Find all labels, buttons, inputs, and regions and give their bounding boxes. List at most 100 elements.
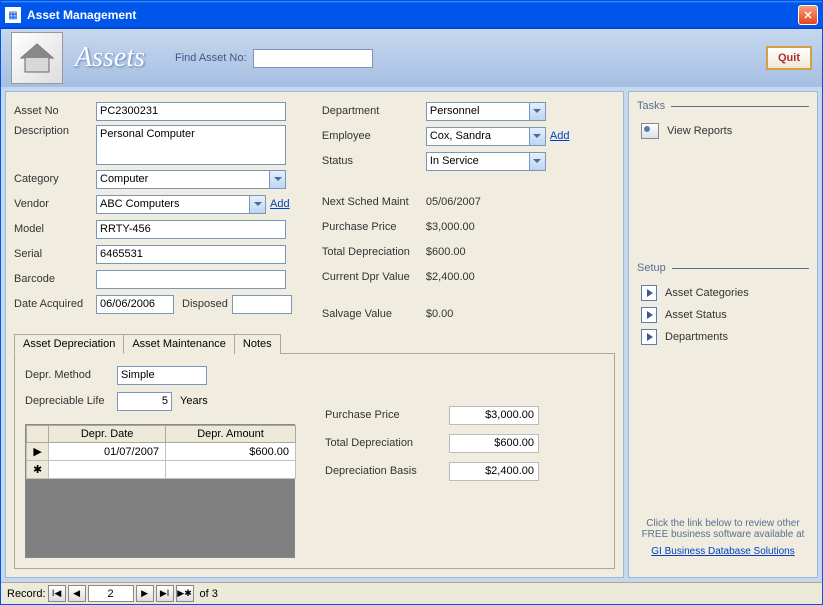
asset-no-input[interactable]: [96, 102, 286, 121]
sidebar-item-asset-categories[interactable]: Asset Categories: [637, 282, 809, 304]
col-depr-amount[interactable]: Depr. Amount: [166, 426, 296, 443]
chevron-down-icon[interactable]: [249, 196, 265, 213]
table-row-new[interactable]: ✱: [27, 461, 296, 479]
footer-text: Click the link below to review other FRE…: [642, 518, 805, 540]
chevron-down-icon[interactable]: [529, 153, 545, 170]
nav-prev-button[interactable]: ◀: [68, 585, 86, 602]
total-depr-label: Total Depreciation: [322, 246, 422, 258]
form-grid: Asset No Description Category Vendor: [14, 100, 615, 325]
tab-maintenance[interactable]: Asset Maintenance: [123, 334, 235, 354]
next-maint-value: 05/06/2007: [426, 196, 526, 208]
curr-dpr-label: Current Dpr Value: [322, 271, 422, 283]
find-asset-label: Find Asset No:: [175, 52, 247, 64]
chevron-down-icon[interactable]: [529, 128, 545, 145]
department-label: Department: [322, 105, 422, 117]
sidebar-footer: Click the link below to review other FRE…: [637, 514, 809, 569]
play-icon: [641, 307, 657, 323]
sidebar-item-label: Asset Categories: [665, 287, 749, 299]
cell-depr-date[interactable]: 01/07/2007: [49, 443, 166, 461]
disposed-input[interactable]: [232, 295, 292, 314]
barcode-input[interactable]: [96, 270, 286, 289]
td-value: $600.00: [449, 434, 539, 453]
tasks-title: Tasks: [637, 100, 809, 112]
serial-label: Serial: [14, 248, 92, 260]
model-input[interactable]: [96, 220, 286, 239]
next-maint-label: Next Sched Maint: [322, 196, 422, 208]
close-button[interactable]: ✕: [798, 5, 818, 25]
sidebar: Tasks View Reports Setup Asset Categorie…: [628, 91, 818, 578]
play-icon: [641, 329, 657, 345]
purchase-price-label: Purchase Price: [322, 221, 422, 233]
nav-first-button[interactable]: I◀: [48, 585, 66, 602]
category-label: Category: [14, 173, 92, 185]
depr-life-input[interactable]: [117, 392, 172, 411]
app-icon: ▦: [5, 7, 21, 23]
salvage-label: Salvage Value: [322, 308, 422, 320]
record-number[interactable]: 2: [88, 585, 134, 602]
sidebar-item-departments[interactable]: Departments: [637, 326, 809, 348]
table-row[interactable]: ▶ 01/07/2007 $600.00: [27, 443, 296, 461]
depr-left: Depr. Method Depreciable Life Years Depr…: [25, 364, 295, 558]
record-label: Record:: [7, 588, 46, 600]
model-label: Model: [14, 223, 92, 235]
employee-label: Employee: [322, 130, 422, 142]
vendor-label: Vendor: [14, 198, 92, 210]
find-asset-input[interactable]: [253, 49, 373, 68]
serial-input[interactable]: [96, 245, 286, 264]
tab-content: Depr. Method Depreciable Life Years Depr…: [14, 353, 615, 569]
date-acquired-label: Date Acquired: [14, 298, 92, 310]
new-row-icon[interactable]: ✱: [27, 461, 49, 479]
description-input[interactable]: [96, 125, 286, 165]
sidebar-item-label: View Reports: [667, 125, 732, 137]
play-icon: [641, 285, 657, 301]
nav-next-button[interactable]: ▶: [136, 585, 154, 602]
pp-value: $3,000.00: [449, 406, 539, 425]
row-selector-icon[interactable]: ▶: [27, 443, 49, 461]
record-navigator: Record: I◀ ◀ 2 ▶ ▶I ▶✱ of 3: [1, 582, 822, 604]
department-combo[interactable]: [426, 102, 546, 121]
employee-add-link[interactable]: Add: [550, 130, 570, 142]
grid-corner[interactable]: [27, 426, 49, 443]
curr-dpr-value: $2,400.00: [426, 271, 526, 283]
sidebar-item-asset-status[interactable]: Asset Status: [637, 304, 809, 326]
header-bar: Assets Find Asset No: Quit: [1, 29, 822, 87]
setup-title: Setup: [637, 262, 809, 274]
record-of-label: of 3: [200, 588, 218, 600]
tabs: Asset Depreciation Asset Maintenance Not…: [14, 333, 615, 353]
assets-icon: [11, 32, 63, 84]
sidebar-item-label: Asset Status: [665, 309, 727, 321]
quit-button[interactable]: Quit: [766, 46, 812, 70]
db-value: $2,400.00: [449, 462, 539, 481]
db-label: Depreciation Basis: [325, 465, 445, 477]
sidebar-item-label: Departments: [665, 331, 728, 343]
nav-new-button[interactable]: ▶✱: [176, 585, 194, 602]
salvage-value: $0.00: [426, 308, 526, 320]
years-label: Years: [180, 395, 208, 407]
nav-last-button[interactable]: ▶I: [156, 585, 174, 602]
disposed-label: Disposed: [182, 298, 228, 310]
pp-label: Purchase Price: [325, 409, 445, 421]
depr-life-label: Depreciable Life: [25, 395, 113, 407]
footer-link[interactable]: GI Business Database Solutions: [637, 546, 809, 557]
vendor-combo[interactable]: [96, 195, 266, 214]
status-combo[interactable]: [426, 152, 546, 171]
cell-depr-amount[interactable]: $600.00: [166, 443, 296, 461]
chevron-down-icon[interactable]: [529, 103, 545, 120]
sidebar-item-view-reports[interactable]: View Reports: [637, 120, 809, 142]
status-label: Status: [322, 155, 422, 167]
date-acquired-input[interactable]: [96, 295, 174, 314]
tab-depreciation[interactable]: Asset Depreciation: [14, 334, 124, 354]
depr-grid[interactable]: Depr. Date Depr. Amount ▶ 01/07/2007 $60…: [25, 424, 295, 558]
depr-right: Purchase Price $3,000.00 Total Depreciat…: [325, 364, 539, 558]
window-title: Asset Management: [27, 8, 798, 22]
report-icon: [641, 123, 659, 139]
barcode-label: Barcode: [14, 273, 92, 285]
col-depr-date[interactable]: Depr. Date: [49, 426, 166, 443]
chevron-down-icon[interactable]: [269, 171, 285, 188]
employee-combo[interactable]: [426, 127, 546, 146]
content-area: Asset No Description Category Vendor: [1, 87, 822, 582]
category-combo[interactable]: [96, 170, 286, 189]
tab-notes[interactable]: Notes: [234, 334, 281, 354]
vendor-add-link[interactable]: Add: [270, 198, 290, 210]
depr-method-input[interactable]: [117, 366, 207, 385]
